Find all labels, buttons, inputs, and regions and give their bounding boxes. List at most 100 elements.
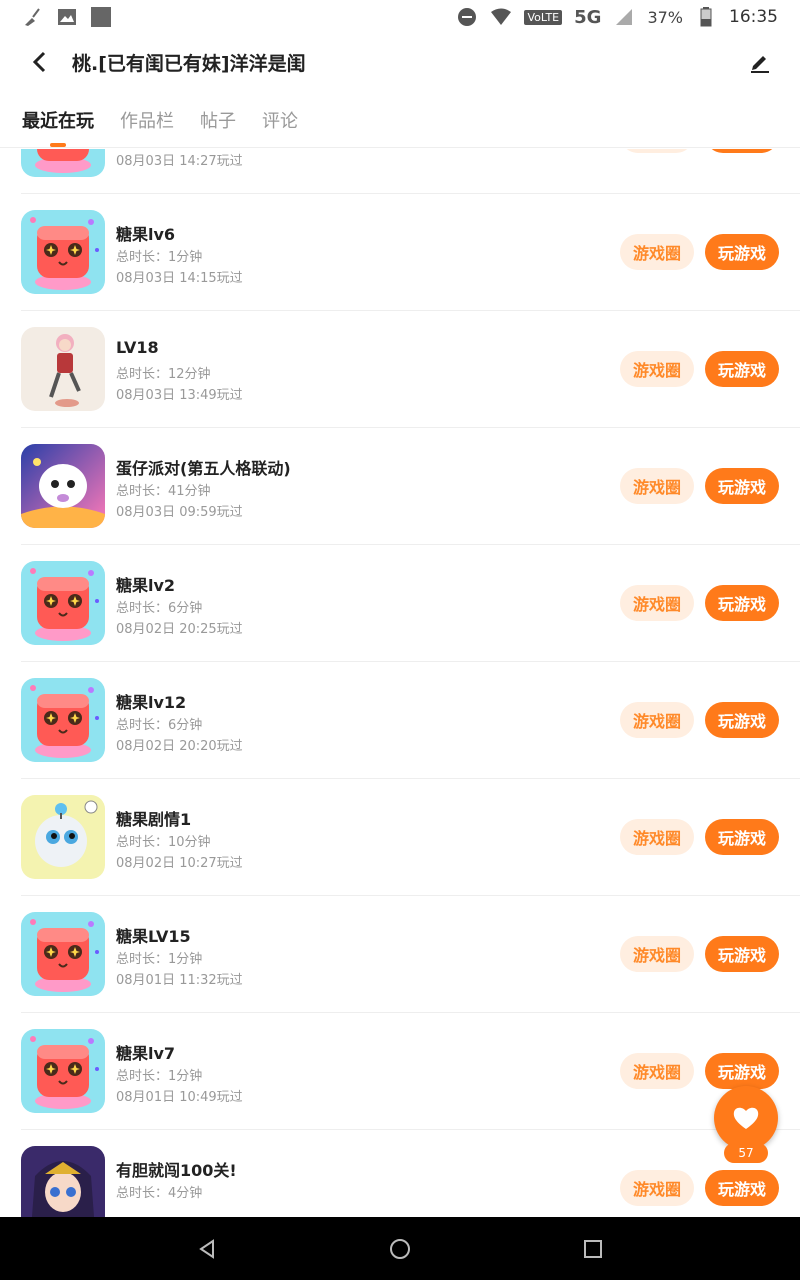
game-row[interactable]: 糖果LV15 总时长：1分钟 08月01日 11:32玩过 游戏圈 玩游戏 [21,896,800,1013]
play-game-button[interactable]: 玩游戏 [705,585,779,621]
game-list[interactable]: 总时长：2分钟08月03日 14:27玩过游戏圈玩游戏糖果lv6总时长：1分钟0… [0,149,800,1217]
game-duration: 总时长：41分钟 [116,484,211,499]
header: 桃.[已有闺已有妹]洋洋是闺 [0,34,800,90]
game-row[interactable]: LV18 总时长：12分钟 08月03日 13:49玩过 游戏圈 玩游戏 [21,311,800,428]
game-circle-button[interactable]: 游戏圈 [620,702,694,738]
game-last-played: 08月03日 09:59玩过 [116,505,243,520]
game-circle-button[interactable]: 游戏圈 [620,1170,694,1206]
game-info: 糖果lv2 总时长：6分钟 08月02日 20:25玩过 [116,572,243,637]
play-game-button[interactable]: 玩游戏 [705,1170,779,1206]
back-button[interactable] [20,42,60,82]
game-circle-button[interactable]: 游戏圈 [620,351,694,387]
tab-posts[interactable]: 帖子 [200,107,236,133]
game-row[interactable]: 总时长：2分钟08月03日 14:27玩过 游戏圈 玩游戏 [21,149,800,194]
game-last-played: 08月03日 14:27玩过 [116,154,243,169]
game-circle-button[interactable]: 游戏圈 [620,819,694,855]
wifi-icon [490,6,512,28]
square-recents-icon [584,1239,603,1258]
game-info: 糖果lv6 总时长：1分钟 08月03日 14:15玩过 [116,221,243,286]
game-row[interactable]: 糖果lv7 总时长：1分钟 08月01日 10:49玩过 游戏圈 玩游戏 [21,1013,800,1130]
game-name: 糖果lv12 [116,693,187,712]
battery-icon [695,6,717,28]
play-game-button[interactable]: 玩游戏 [705,936,779,972]
play-game-button[interactable]: 玩游戏 [705,1053,779,1089]
battery-percent: 37% [647,7,683,27]
game-name: 糖果lv6 [116,225,176,244]
tab-indicator [50,142,66,147]
game-duration: 总时长：10分钟 [116,835,211,850]
game-name: 糖果lv7 [116,1044,176,1063]
game-row[interactable]: 糖果lv6 总时长：1分钟 08月03日 14:15玩过 游戏圈 玩游戏 [21,194,800,311]
play-game-button[interactable]: 玩游戏 [705,702,779,738]
game-circle-button[interactable]: 游戏圈 [620,936,694,972]
game-icon[interactable] [21,561,105,645]
game-last-played: 08月01日 10:49玩过 [116,1090,243,1105]
game-row[interactable]: 蛋仔派对(第五人格联动) 总时长：41分钟 08月03日 09:59玩过 游戏圈 玩游戏 [21,428,800,545]
chevron-left-icon [32,51,46,73]
game-icon[interactable] [21,912,105,996]
tab-works-label: 作品栏 [120,110,174,132]
play-game-button[interactable]: 玩游戏 [705,351,779,387]
game-info: 糖果lv12 总时长：6分钟 08月02日 20:20玩过 [116,689,243,754]
game-info: 糖果剧情1 总时长：10分钟 08月02日 10:27玩过 [116,806,243,871]
game-icon[interactable] [21,210,105,294]
game-duration: 总时长：12分钟 [116,367,211,382]
square-icon [90,6,112,28]
game-circle-button[interactable]: 游戏圈 [620,468,694,504]
edit-button[interactable] [740,42,780,82]
game-icon[interactable] [21,1146,105,1217]
game-row[interactable]: 有胆就闯100关! 总时长：4分钟 游戏圈 玩游戏 [21,1130,800,1217]
nav-back-button[interactable] [185,1227,229,1271]
network-indicator: 5G [574,6,602,28]
game-icon[interactable] [21,327,105,411]
like-button[interactable] [714,1086,778,1150]
game-last-played: 08月03日 14:15玩过 [116,271,243,286]
dnd-icon [456,6,478,28]
game-last-played [116,1203,237,1217]
image-icon [56,6,78,28]
like-count: 57 [724,1143,768,1163]
system-nav-bar [0,1217,800,1280]
game-duration: 总时长：1分钟 [116,1069,203,1084]
game-circle-button[interactable]: 游戏圈 [620,1053,694,1089]
tab-comments-label: 评论 [262,110,298,132]
triangle-back-icon [198,1238,214,1259]
tab-works[interactable]: 作品栏 [120,107,174,133]
play-game-button[interactable]: 玩游戏 [705,819,779,855]
game-row[interactable]: 糖果剧情1 总时长：10分钟 08月02日 10:27玩过 游戏圈 玩游戏 [21,779,800,896]
nav-home-button[interactable] [378,1227,422,1271]
game-name: 有胆就闯100关! [116,1161,237,1180]
game-name: 糖果lv2 [116,576,176,595]
play-game-button[interactable]: 玩游戏 [705,468,779,504]
game-duration: 总时长：6分钟 [116,601,203,616]
game-info: 糖果LV15 总时长：1分钟 08月01日 11:32玩过 [116,923,243,988]
game-row[interactable]: 糖果lv12 总时长：6分钟 08月02日 20:20玩过 游戏圈 玩游戏 [21,662,800,779]
game-info: 总时长：2分钟08月03日 14:27玩过 [116,149,243,169]
game-duration: 总时长：4分钟 [116,1186,203,1201]
game-icon[interactable] [21,795,105,879]
page-title: 桃.[已有闺已有妹]洋洋是闺 [72,52,306,75]
game-circle-button[interactable]: 游戏圈 [620,585,694,621]
game-last-played: 08月01日 11:32玩过 [116,973,243,988]
game-row[interactable]: 糖果lv2 总时长：6分钟 08月02日 20:25玩过 游戏圈 玩游戏 [21,545,800,662]
heart-icon [733,1107,759,1129]
play-game-button[interactable]: 玩游戏 [705,149,779,153]
game-icon[interactable] [21,1029,105,1113]
game-name: LV18 [116,338,159,357]
game-icon[interactable] [21,149,105,177]
pencil-icon [751,56,769,73]
play-game-button[interactable]: 玩游戏 [705,234,779,270]
circle-home-icon [389,1238,410,1259]
game-icon[interactable] [21,678,105,762]
tab-recent[interactable]: 最近在玩 [22,107,94,147]
broom-icon [22,6,44,28]
game-circle-button[interactable]: 游戏圈 [620,234,694,270]
tab-recent-label: 最近在玩 [22,110,94,132]
nav-recents-button[interactable] [571,1227,615,1271]
game-icon[interactable] [21,444,105,528]
game-name: 糖果剧情1 [116,810,192,829]
game-circle-button[interactable]: 游戏圈 [620,149,694,153]
volte-indicator: VoLTE [524,9,563,25]
tab-posts-label: 帖子 [200,110,236,132]
tab-comments[interactable]: 评论 [262,107,298,133]
